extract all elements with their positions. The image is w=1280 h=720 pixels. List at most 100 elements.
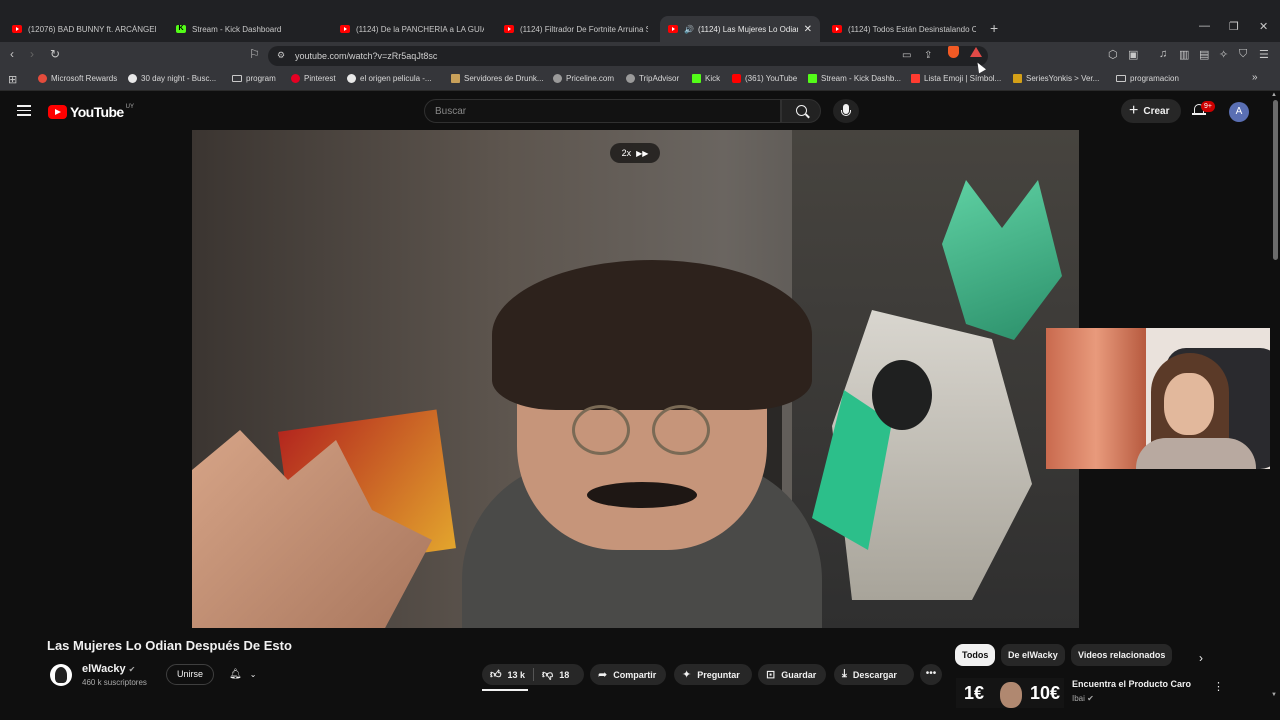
bookmark-label: SeriesYonkis > Ver...: [1026, 74, 1100, 83]
channel-name-text: elWacky: [82, 663, 126, 675]
search-input[interactable]: [425, 100, 780, 122]
download-label: Descargar: [852, 669, 897, 680]
brave-shields-icon[interactable]: [948, 46, 959, 58]
dislike-button[interactable]: 👎︎ 18: [534, 664, 577, 685]
server-icon: [451, 74, 460, 83]
back-icon[interactable]: ‹: [10, 47, 14, 61]
google-icon: [347, 74, 356, 83]
search-button[interactable]: [781, 99, 821, 123]
browser-tab[interactable]: (1124) De la PANCHERIA a LA GUIA M: [332, 16, 492, 42]
create-button[interactable]: + Crear: [1121, 99, 1181, 123]
search-box[interactable]: [424, 99, 781, 123]
brave-rewards-icon[interactable]: [970, 47, 982, 57]
bookmark-item[interactable]: Servidores de Drunk...: [451, 74, 544, 83]
address-bar[interactable]: ⚙ youtube.com/watch?v=zRr5aqJt8sc ▭ ⇪: [268, 46, 988, 66]
recommendation-channel[interactable]: Ibai ✔: [1072, 694, 1094, 703]
create-label: Crear: [1143, 105, 1170, 117]
kick-icon: [808, 74, 817, 83]
like-button[interactable]: 👍︎ 13 k: [482, 664, 533, 685]
browser-tab-active[interactable]: 🔊 (1124) Las Mujeres Lo Odian D ✕: [660, 16, 820, 42]
download-button[interactable]: ⤓ Descargar: [834, 664, 914, 685]
speaker-icon[interactable]: 🔊: [684, 25, 694, 34]
maximize-icon[interactable]: ❐: [1229, 20, 1239, 33]
chip-de-elwacky[interactable]: De elWacky: [1001, 644, 1065, 666]
bookmark-icon[interactable]: ⚐: [249, 47, 260, 61]
chip-videos-relacionados[interactable]: Videos relacionados: [1071, 644, 1173, 666]
extension-icon[interactable]: ▣: [1128, 48, 1138, 61]
close-tab-icon[interactable]: ✕: [804, 24, 812, 35]
tab-title: (1124) De la PANCHERIA a LA GUIA M: [356, 24, 484, 34]
close-window-icon[interactable]: ✕: [1259, 20, 1268, 33]
youtube-logo[interactable]: YouTube UY: [48, 104, 134, 120]
voice-search-button[interactable]: [833, 99, 859, 123]
share-icon[interactable]: ⇪: [924, 50, 932, 61]
scroll-up-icon[interactable]: ▲: [1271, 92, 1277, 98]
like-dislike-group: 👍︎ 13 k 👎︎ 18: [482, 664, 584, 685]
verified-icon: ✔: [1087, 694, 1094, 703]
bookmark-label: el origen pelicula -...: [360, 74, 432, 83]
bookmark-item[interactable]: programacion: [1116, 74, 1179, 83]
save-label: Guardar: [781, 669, 817, 680]
forward-icon[interactable]: ›: [30, 47, 34, 61]
join-button[interactable]: Unirse: [166, 664, 214, 685]
browser-tab[interactable]: (1124) Filtrador De Fortnite Arruina S: [496, 16, 656, 42]
bookmark-item[interactable]: Priceline.com: [553, 74, 614, 83]
browser-tab[interactable]: (1124) Todos Están Desinstalando Ch: [824, 16, 984, 42]
chip-todos[interactable]: Todos: [955, 644, 996, 666]
bookmark-item[interactable]: SeriesYonkis > Ver...: [1013, 74, 1099, 83]
youtube-header: YouTube UY + Crear: [0, 92, 1270, 130]
sidebar-icon[interactable]: ▥: [1179, 48, 1189, 61]
hamburger-menu-icon[interactable]: [17, 105, 31, 116]
like-count: 13 k: [507, 669, 526, 680]
youtube-play-icon: [48, 105, 67, 119]
playback-speed-indicator: 2x ▶▶: [610, 143, 660, 163]
bookmark-item[interactable]: Stream - Kick Dashb...: [808, 74, 901, 83]
site-settings-icon[interactable]: ⚙: [277, 50, 285, 61]
recommendation-title[interactable]: Encuentra el Producto Caro: [1072, 679, 1191, 689]
bookmark-item[interactable]: TripAdvisor: [626, 74, 679, 83]
reload-icon[interactable]: ↻: [50, 47, 60, 61]
bookmark-item[interactable]: el origen pelicula -...: [347, 74, 432, 83]
chevron-right-icon[interactable]: ›: [1199, 651, 1203, 665]
save-button[interactable]: ⊡ Guardar: [758, 664, 826, 685]
browser-tab[interactable]: K Stream - Kick Dashboard: [168, 16, 328, 42]
bookmark-item[interactable]: Microsoft Rewards: [38, 74, 117, 83]
bookmark-item[interactable]: Kick: [692, 74, 720, 83]
wallet-icon[interactable]: ▤: [1199, 48, 1209, 61]
channel-name[interactable]: elWacky ✔: [82, 663, 135, 675]
page-scrollbar[interactable]: ▲ ▼: [1270, 92, 1280, 720]
leo-ai-icon[interactable]: ✧: [1219, 48, 1228, 61]
sparkle-icon: ✦: [682, 669, 692, 681]
subscription-notifications-button[interactable]: 🔔︎ ⌄: [223, 664, 269, 685]
bookmark-item[interactable]: program: [232, 74, 276, 83]
recommendation-thumbnail[interactable]: 1€ 10€: [956, 678, 1064, 708]
vpn-icon[interactable]: ⛉: [1239, 48, 1247, 61]
more-actions-icon[interactable]: •••: [920, 664, 942, 685]
channel-avatar[interactable]: [50, 664, 72, 686]
kebab-menu-icon[interactable]: ⋮: [1213, 680, 1224, 693]
scrollbar-thumb[interactable]: [1273, 100, 1278, 260]
bookmark-item[interactable]: Pinterest: [291, 74, 336, 83]
browser-tab[interactable]: (12076) BAD BUNNY ft. ARCÁNGEL, E: [4, 16, 164, 42]
new-tab-button[interactable]: +: [990, 20, 998, 36]
video-player[interactable]: [192, 130, 1079, 628]
media-icon[interactable]: ♫: [1159, 48, 1167, 60]
cast-icon[interactable]: ▭: [902, 50, 911, 61]
more-bookmarks-icon[interactable]: »: [1252, 72, 1258, 83]
recommendation-channel-name: Ibai: [1072, 694, 1085, 703]
thumbs-up-icon: 👍︎: [490, 669, 502, 681]
account-avatar[interactable]: A: [1229, 102, 1249, 122]
tab-title: (12076) BAD BUNNY ft. ARCÁNGEL, E: [28, 24, 156, 34]
extensions-icon[interactable]: ⬡: [1108, 48, 1118, 61]
menu-icon[interactable]: ☰: [1259, 48, 1269, 61]
minimize-icon[interactable]: —: [1199, 20, 1210, 32]
country-code: UY: [125, 104, 134, 110]
bookmark-label: (361) YouTube: [745, 74, 798, 83]
apps-icon[interactable]: ⊞: [8, 73, 17, 86]
ask-button[interactable]: ✦ Preguntar: [674, 664, 752, 685]
bookmark-item[interactable]: Lista Emoji | Símbol...: [911, 74, 1001, 83]
scroll-down-icon[interactable]: ▼: [1271, 692, 1277, 698]
bookmark-item[interactable]: (361) YouTube: [732, 74, 797, 83]
share-button[interactable]: ➦ Compartir: [590, 664, 666, 685]
bookmark-item[interactable]: 30 day night - Busc...: [128, 74, 216, 83]
